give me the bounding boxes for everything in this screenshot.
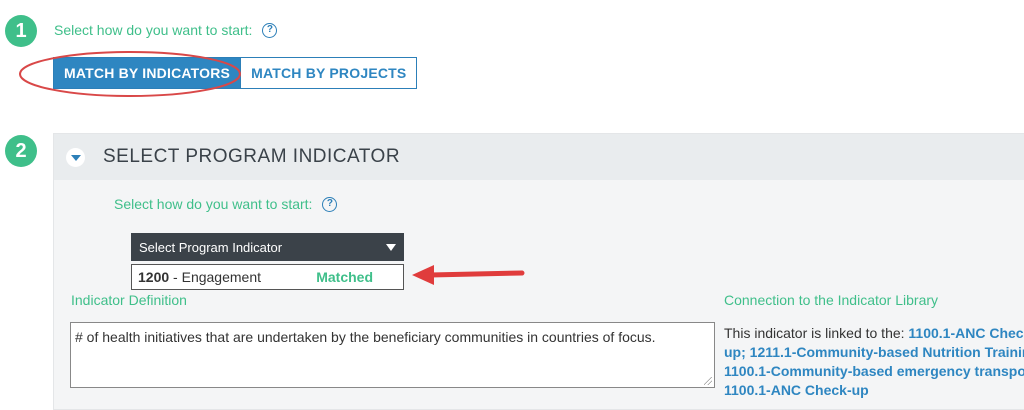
match-by-projects-button[interactable]: MATCH BY PROJECTS [241, 57, 418, 89]
section-header[interactable]: SELECT PROGRAM INDICATOR [54, 134, 1024, 180]
help-icon[interactable]: ? [322, 196, 338, 212]
help-icon[interactable]: ? [262, 22, 278, 38]
dropdown-label: Select Program Indicator [139, 239, 283, 255]
step-1-badge: 1 [5, 15, 37, 47]
matched-status: Matched [316, 269, 373, 285]
indicator-code: 1200 [138, 269, 170, 285]
caret-down-icon [386, 243, 396, 251]
connection-text: This indicator is linked to the: 1100.1-… [724, 324, 1024, 400]
indicator-definition-label: Indicator Definition [71, 292, 187, 308]
selected-indicator-row[interactable]: 1200 - Engagement Matched [131, 264, 404, 290]
indicator-name: Engagement [181, 269, 262, 285]
step-2-prompt-row: Select how do you want to start: ? [114, 196, 338, 212]
indicator-definition-textarea[interactable]: # of health initiatives that are underta… [70, 322, 715, 388]
program-indicator-dropdown[interactable]: Select Program Indicator [131, 233, 404, 261]
highlight-ellipse-annotation [19, 51, 241, 97]
step-2-prompt: Select how do you want to start: [114, 196, 313, 212]
step-2-badge: 2 [5, 135, 37, 167]
indicator-definition-text: # of health initiatives that are underta… [75, 329, 656, 345]
resize-handle-icon[interactable] [704, 377, 712, 385]
connection-prefix: This indicator is linked to the: [724, 325, 905, 341]
step-1-prompt-row: Select how do you want to start: ? [54, 22, 278, 38]
collapse-chevron-icon[interactable] [66, 147, 85, 167]
step-1-prompt: Select how do you want to start: [54, 22, 253, 38]
section-title: SELECT PROGRAM INDICATOR [103, 146, 401, 167]
pointer-arrow-annotation [412, 265, 525, 285]
indicator-separator: - [169, 269, 182, 285]
connection-label: Connection to the Indicator Library [724, 292, 939, 308]
